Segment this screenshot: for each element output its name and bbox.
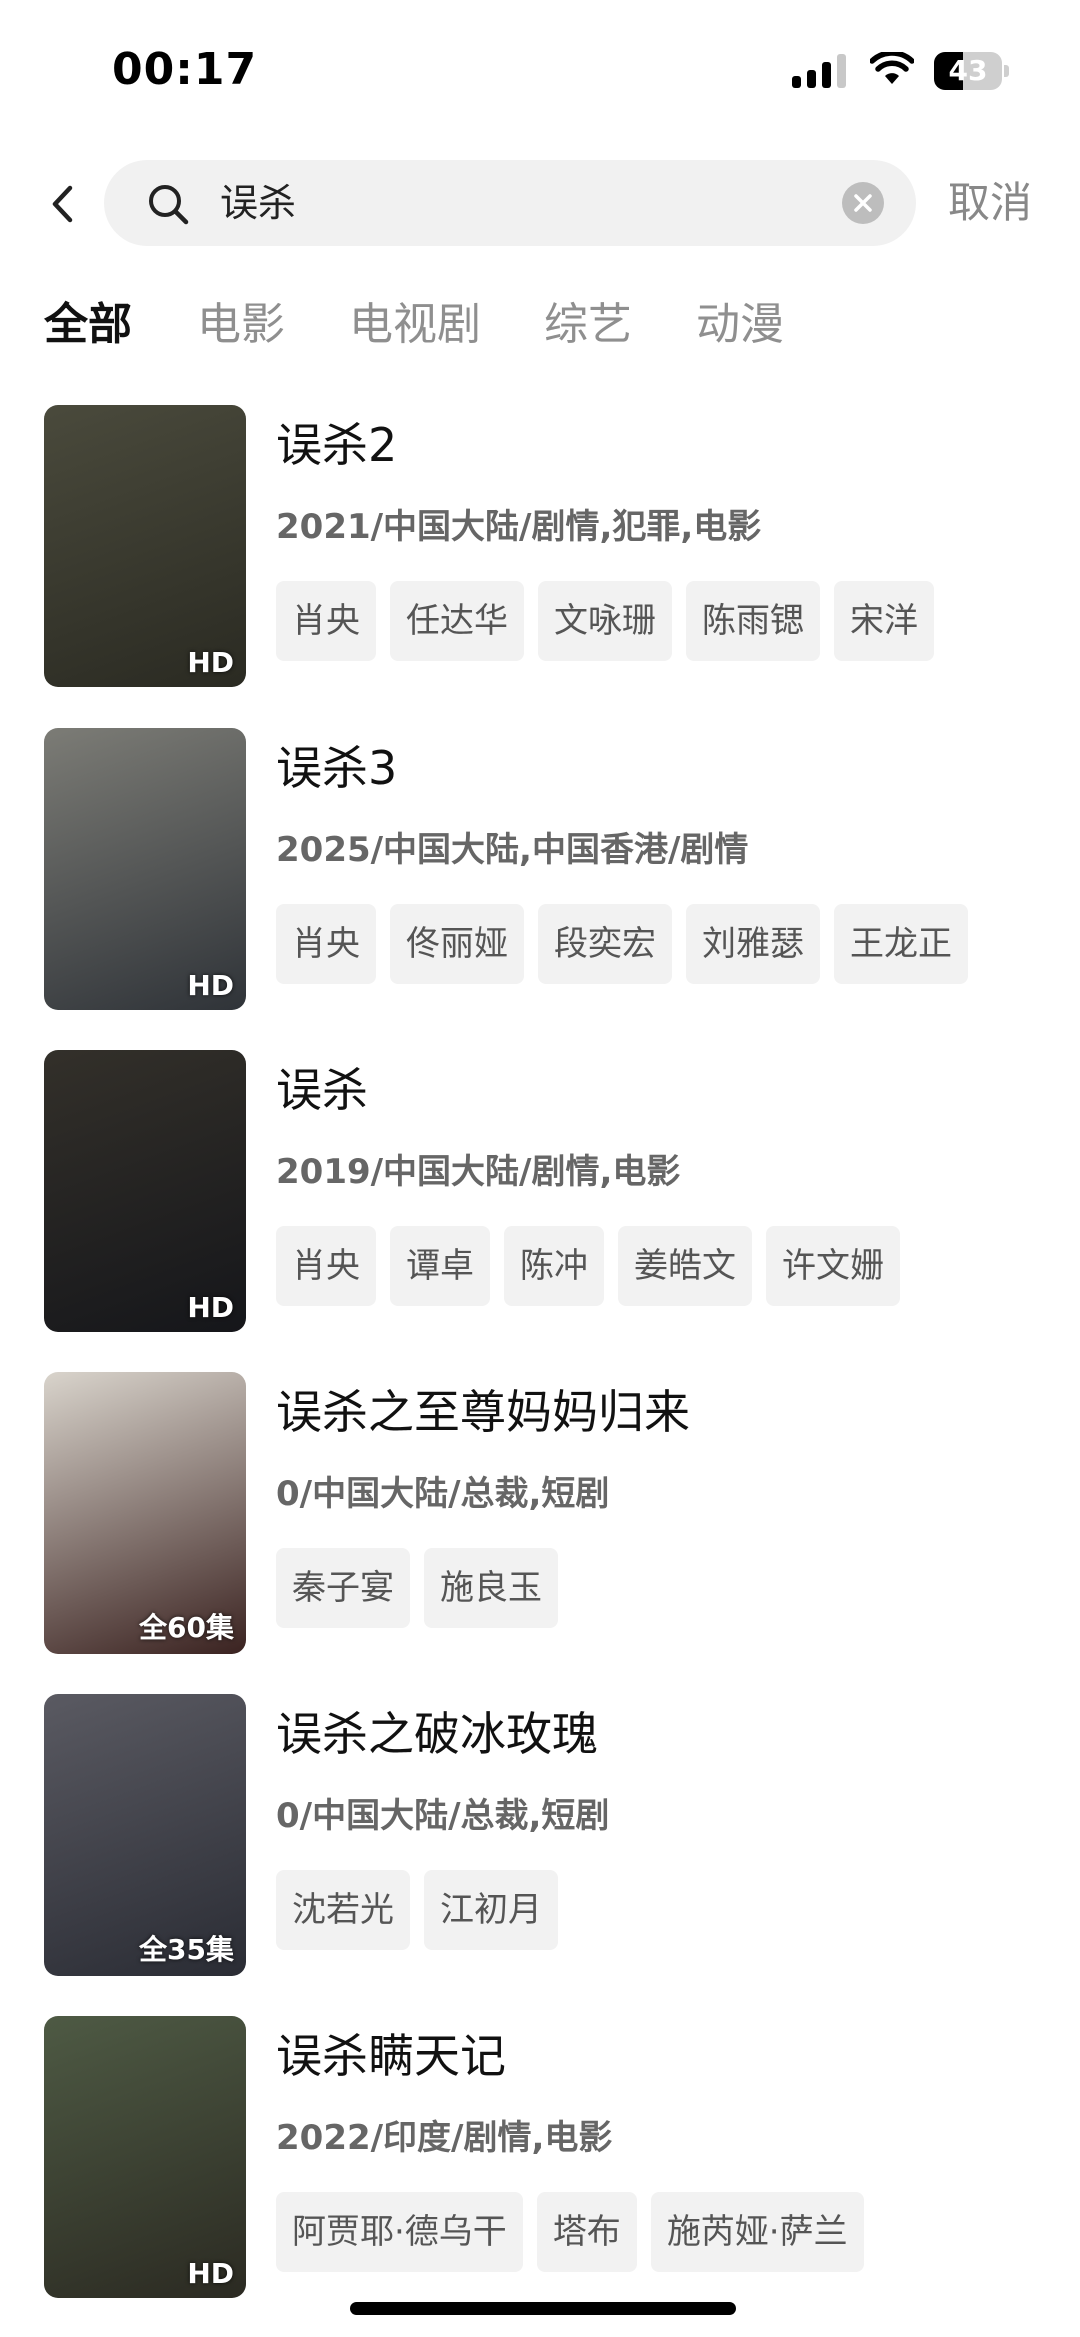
cast-tag[interactable]: 施良玉 [424, 1548, 558, 1628]
cast-tag[interactable]: 王龙正 [834, 904, 968, 984]
result-title[interactable]: 误杀之至尊妈妈归来 [276, 1376, 690, 1442]
result-title[interactable]: 误杀2 [276, 409, 397, 475]
cellular-signal-icon [792, 54, 848, 88]
quality-badge: HD [187, 1291, 234, 1324]
cast-tag[interactable]: 刘雅瑟 [686, 904, 820, 984]
result-meta: 0/中国大陆/总裁,短剧 [276, 1796, 610, 1836]
cast-tags: 阿贾耶·德乌干 塔布 施芮娅·萨兰 [276, 2192, 864, 2272]
tab-anime[interactable]: 动漫 [696, 292, 784, 358]
result-card[interactable]: HD 误杀2 2021/中国大陆/剧情,犯罪,电影 肖央 任达华 文咏珊 陈雨锶… [44, 405, 1044, 687]
cast-tags: 沈若光 江初月 [276, 1870, 558, 1950]
clear-icon [854, 194, 872, 212]
cast-tag[interactable]: 陈冲 [504, 1226, 604, 1306]
episode-count-badge: 全35集 [139, 1933, 234, 1966]
battery-level: 43 [948, 54, 988, 87]
search-input[interactable]: 误杀 [220, 160, 296, 246]
cancel-button[interactable]: 取消 [948, 168, 1032, 238]
cast-tag[interactable]: 秦子宴 [276, 1548, 410, 1628]
cast-tag[interactable]: 肖央 [276, 904, 376, 984]
poster-image[interactable]: HD [44, 2016, 246, 2298]
poster-image[interactable]: 全60集 [44, 1372, 246, 1654]
wifi-icon [869, 50, 915, 86]
cast-tag[interactable]: 肖央 [276, 1226, 376, 1306]
poster-image[interactable]: HD [44, 405, 246, 687]
chevron-left-icon [52, 185, 73, 223]
status-time: 00:17 [112, 44, 258, 95]
cast-tag[interactable]: 沈若光 [276, 1870, 410, 1950]
result-title[interactable]: 误杀 [276, 1054, 368, 1120]
result-card[interactable]: HD 误杀瞒天记 2022/印度/剧情,电影 阿贾耶·德乌干 塔布 施芮娅·萨兰 [44, 2016, 1044, 2298]
cast-tag[interactable]: 段奕宏 [538, 904, 672, 984]
cast-tag[interactable]: 许文姗 [766, 1226, 900, 1306]
cast-tag[interactable]: 谭卓 [390, 1226, 490, 1306]
back-button[interactable] [40, 176, 84, 232]
tab-variety[interactable]: 综艺 [544, 292, 632, 358]
cast-tags: 秦子宴 施良玉 [276, 1548, 558, 1628]
quality-badge: HD [187, 646, 234, 679]
result-card[interactable]: HD 误杀3 2025/中国大陆,中国香港/剧情 肖央 佟丽娅 段奕宏 刘雅瑟 … [44, 728, 1044, 1010]
cast-tag[interactable]: 江初月 [424, 1870, 558, 1950]
cast-tag[interactable]: 佟丽娅 [390, 904, 524, 984]
quality-badge: HD [187, 969, 234, 1002]
quality-badge: HD [187, 2257, 234, 2290]
cast-tags: 肖央 任达华 文咏珊 陈雨锶 宋洋 [276, 581, 934, 661]
clear-search-button[interactable] [842, 182, 884, 224]
result-meta: 0/中国大陆/总裁,短剧 [276, 1474, 610, 1514]
cast-tags: 肖央 谭卓 陈冲 姜皓文 许文姗 [276, 1226, 900, 1306]
cast-tag[interactable]: 塔布 [536, 2192, 637, 2272]
search-results-screen: 00:17 43 误杀 取消 全部 电影 电视剧 综艺 动漫 HD 误杀2 20… [0, 0, 1080, 2337]
cast-tag[interactable]: 阿贾耶·德乌干 [276, 2192, 523, 2272]
cast-tag[interactable]: 施芮娅·萨兰 [650, 2192, 864, 2272]
tab-all[interactable]: 全部 [44, 292, 132, 358]
result-meta: 2019/中国大陆/剧情,电影 [276, 1152, 681, 1192]
tab-tv-series[interactable]: 电视剧 [349, 292, 481, 358]
home-indicator[interactable] [350, 2302, 736, 2315]
result-meta: 2022/印度/剧情,电影 [276, 2118, 613, 2158]
episode-count-badge: 全60集 [139, 1611, 234, 1644]
result-meta: 2025/中国大陆,中国香港/剧情 [276, 830, 749, 870]
result-meta: 2021/中国大陆/剧情,犯罪,电影 [276, 507, 762, 547]
cast-tags: 肖央 佟丽娅 段奕宏 刘雅瑟 王龙正 [276, 904, 968, 984]
result-card[interactable]: HD 误杀 2019/中国大陆/剧情,电影 肖央 谭卓 陈冲 姜皓文 许文姗 [44, 1050, 1044, 1332]
cast-tag[interactable]: 姜皓文 [618, 1226, 752, 1306]
result-card[interactable]: 全60集 误杀之至尊妈妈归来 0/中国大陆/总裁,短剧 秦子宴 施良玉 [44, 1372, 1044, 1654]
result-title[interactable]: 误杀之破冰玫瑰 [276, 1698, 598, 1764]
search-icon [149, 185, 189, 225]
result-title[interactable]: 误杀3 [276, 732, 397, 798]
poster-image[interactable]: 全35集 [44, 1694, 246, 1976]
tab-movies[interactable]: 电影 [197, 292, 285, 358]
result-card[interactable]: 全35集 误杀之破冰玫瑰 0/中国大陆/总裁,短剧 沈若光 江初月 [44, 1694, 1044, 1976]
result-title[interactable]: 误杀瞒天记 [276, 2020, 506, 2086]
cast-tag[interactable]: 任达华 [390, 581, 524, 661]
cast-tag[interactable]: 肖央 [276, 581, 376, 661]
poster-image[interactable]: HD [44, 1050, 246, 1332]
battery-icon: 43 [934, 52, 1010, 90]
poster-image[interactable]: HD [44, 728, 246, 1010]
search-field[interactable]: 误杀 [104, 160, 916, 246]
cast-tag[interactable]: 文咏珊 [538, 581, 672, 661]
cast-tag[interactable]: 陈雨锶 [686, 581, 820, 661]
cast-tag[interactable]: 宋洋 [834, 581, 934, 661]
